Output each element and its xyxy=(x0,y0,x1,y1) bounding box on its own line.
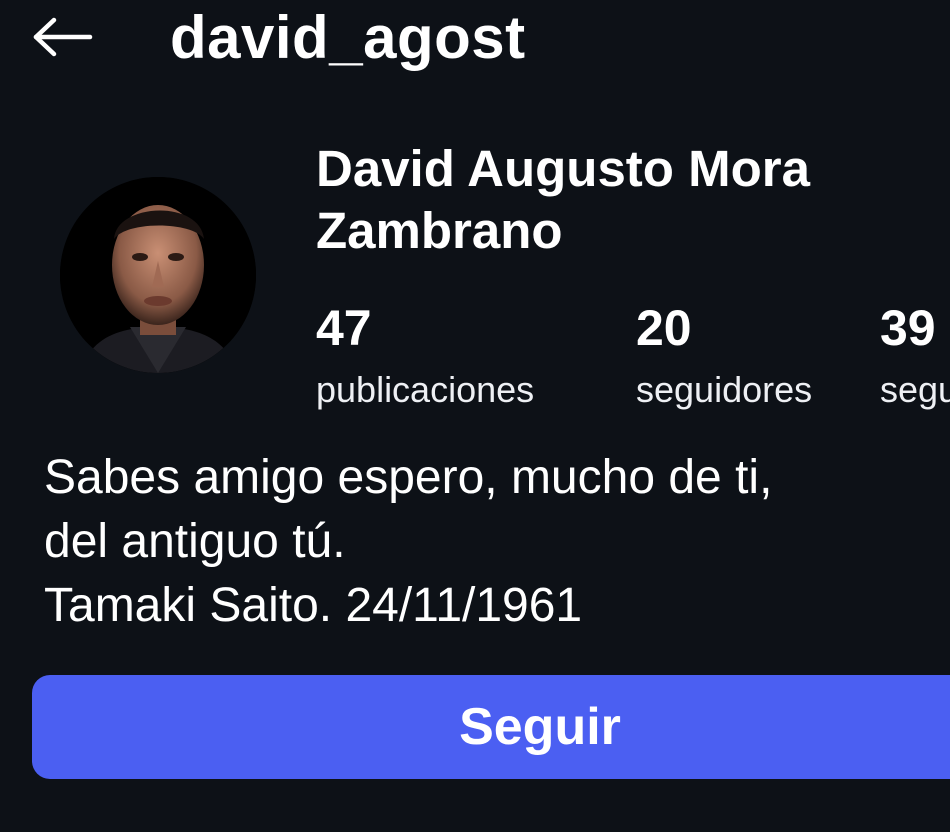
top-bar: david_agost xyxy=(0,0,950,80)
stat-following[interactable]: 39 seguidos xyxy=(880,296,950,420)
stat-posts[interactable]: 47 publicaciones xyxy=(316,296,534,420)
following-count: 39 xyxy=(880,300,936,356)
posts-label: publicaciones xyxy=(316,369,535,410)
screen: david_agost David Augusto Mora Zambrano … xyxy=(0,0,950,832)
profile-bio: Sabes amigo espero, mucho de ti, del ant… xyxy=(44,446,950,638)
profile-full-name: David Augusto Mora Zambrano xyxy=(316,140,810,259)
bio-line: del antiguo tú. xyxy=(44,515,346,568)
followers-label: seguidores xyxy=(636,369,813,410)
profile-username: david_agost xyxy=(170,4,526,71)
bio-line: Tamaki Saito. 24/11/1961 xyxy=(44,579,583,632)
followers-count: 20 xyxy=(636,300,692,356)
bio-line: Sabes amigo espero, mucho de ti, xyxy=(44,451,773,504)
follow-button-label: Seguir xyxy=(459,698,621,756)
follow-button[interactable]: Seguir xyxy=(32,675,950,779)
following-label: seguidos xyxy=(880,369,950,410)
avatar[interactable] xyxy=(60,177,256,373)
stat-followers[interactable]: 20 seguidores xyxy=(636,296,812,420)
back-button[interactable] xyxy=(30,12,96,66)
posts-count: 47 xyxy=(316,300,372,356)
arrow-left-icon xyxy=(32,17,94,62)
